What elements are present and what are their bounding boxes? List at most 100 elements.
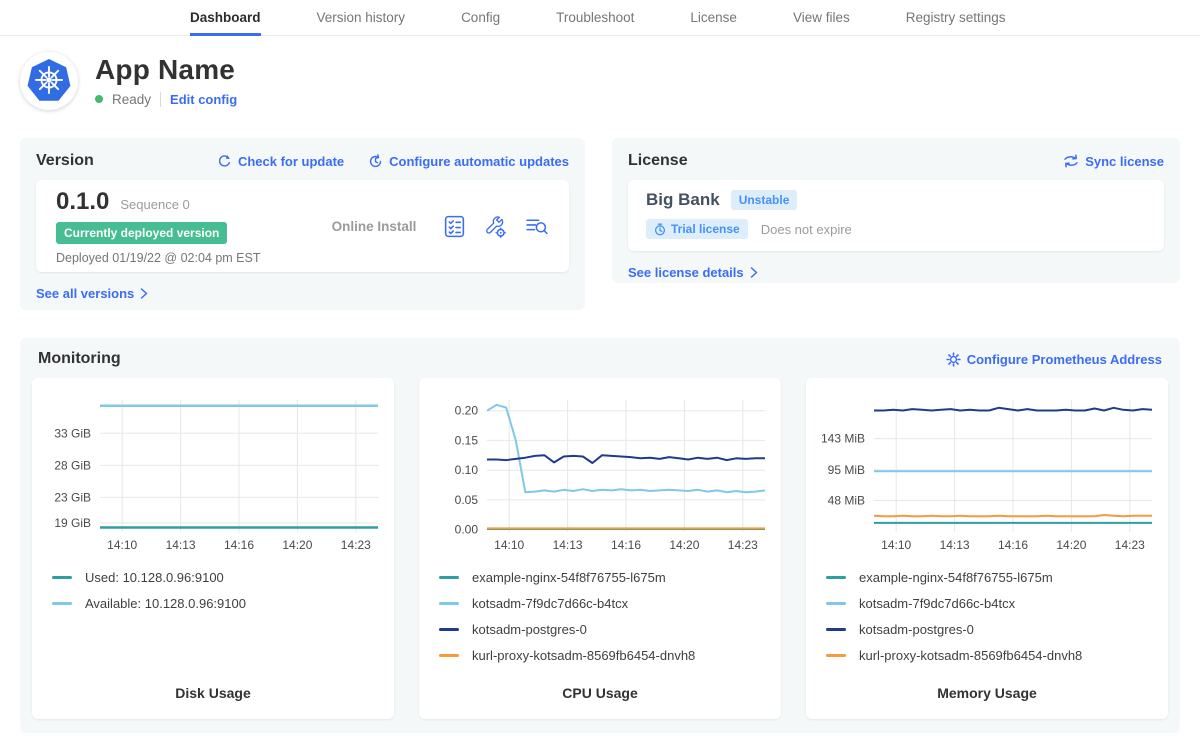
- legend-dash-icon: [826, 628, 846, 631]
- tab-view-files[interactable]: View files: [793, 0, 850, 36]
- svg-text:95 MiB: 95 MiB: [828, 463, 865, 477]
- svg-text:143 MiB: 143 MiB: [821, 432, 865, 446]
- app-header: App Name Ready Edit config: [20, 52, 1180, 110]
- legend-item: Used: 10.128.0.96:9100: [52, 570, 394, 585]
- svg-text:0.20: 0.20: [455, 404, 479, 418]
- svg-text:48 MiB: 48 MiB: [828, 494, 865, 508]
- legend-label: example-nginx-54f8f76755-l675m: [472, 570, 666, 585]
- tab-registry-settings[interactable]: Registry settings: [906, 0, 1006, 36]
- license-type-badge: Trial license: [646, 219, 748, 239]
- svg-text:14:13: 14:13: [553, 538, 583, 552]
- legend-label: kotsadm-postgres-0: [472, 622, 587, 637]
- svg-text:19 GiB: 19 GiB: [54, 516, 91, 530]
- configure-automatic-updates-button[interactable]: Configure automatic updates: [368, 154, 569, 169]
- legend-label: kotsadm-7f9dc7d66c-b4tcx: [472, 596, 628, 611]
- disk-usage-chart-title: Disk Usage: [32, 685, 394, 719]
- preflight-checks-icon[interactable]: [442, 214, 467, 239]
- disk-usage-chart-card: 33 GiB28 GiB23 GiB19 GiB14:1014:1314:161…: [32, 378, 394, 719]
- legend-label: kurl-proxy-kotsadm-8569fb6454-dnvh8: [472, 648, 695, 663]
- current-version-panel: 0.1.0 Sequence 0 Currently deployed vers…: [36, 180, 569, 272]
- deployed-timestamp: Deployed 01/19/22 @ 02:04 pm EST: [56, 251, 306, 265]
- svg-text:0.15: 0.15: [455, 433, 479, 447]
- legend-label: kotsadm-postgres-0: [859, 622, 974, 637]
- configure-prometheus-button[interactable]: Configure Prometheus Address: [946, 352, 1162, 367]
- legend-item: kotsadm-7f9dc7d66c-b4tcx: [826, 596, 1168, 611]
- refresh-icon: [217, 154, 232, 169]
- app-logo: [20, 52, 78, 110]
- cards-row: Version Check for update: [20, 138, 1180, 310]
- license-card-title: License: [628, 152, 688, 170]
- tab-troubleshoot[interactable]: Troubleshoot: [556, 0, 634, 36]
- app-status-row: Ready Edit config: [95, 92, 237, 107]
- svg-text:28 GiB: 28 GiB: [54, 458, 91, 472]
- legend-item: kurl-proxy-kotsadm-8569fb6454-dnvh8: [439, 648, 781, 663]
- svg-text:14:20: 14:20: [282, 538, 312, 552]
- legend-label: Used: 10.128.0.96:9100: [85, 570, 224, 585]
- cpu-usage-chart-title: CPU Usage: [419, 685, 781, 719]
- disk-usage-chart-canvas: 33 GiB28 GiB23 GiB19 GiB14:1014:1314:161…: [34, 388, 388, 558]
- disk-usage-legend: Used: 10.128.0.96:9100 Available: 10.128.…: [52, 570, 394, 611]
- customer-name: Big Bank: [646, 190, 720, 210]
- chevron-right-icon: [140, 288, 148, 299]
- version-card-title: Version: [36, 152, 94, 170]
- svg-text:14:16: 14:16: [224, 538, 254, 552]
- legend-label: kotsadm-7f9dc7d66c-b4tcx: [859, 596, 1015, 611]
- page-content: App Name Ready Edit config Version: [0, 52, 1200, 733]
- legend-label: example-nginx-54f8f76755-l675m: [859, 570, 1053, 585]
- svg-text:14:16: 14:16: [998, 538, 1028, 552]
- memory-usage-chart-canvas: 143 MiB95 MiB48 MiB14:1014:1314:1614:201…: [808, 388, 1162, 558]
- license-panel: Big Bank Unstable Trial license Does not…: [628, 180, 1164, 251]
- svg-text:0.10: 0.10: [455, 463, 479, 477]
- monitoring-title: Monitoring: [38, 350, 121, 368]
- deploy-logs-diff-icon[interactable]: [524, 214, 549, 239]
- legend-label: kurl-proxy-kotsadm-8569fb6454-dnvh8: [859, 648, 1082, 663]
- svg-text:23 GiB: 23 GiB: [54, 490, 91, 504]
- svg-text:14:23: 14:23: [728, 538, 758, 552]
- svg-text:14:23: 14:23: [341, 538, 371, 552]
- svg-text:14:10: 14:10: [494, 538, 524, 552]
- legend-dash-icon: [439, 602, 459, 605]
- app-status: Ready: [112, 92, 151, 107]
- legend-label: Available: 10.128.0.96:9100: [85, 596, 246, 611]
- clock-refresh-icon: [368, 154, 383, 169]
- tab-license[interactable]: License: [690, 0, 737, 36]
- see-all-versions-link[interactable]: See all versions: [36, 286, 148, 301]
- kubernetes-logo-icon: [26, 58, 72, 104]
- channel-badge: Unstable: [731, 190, 798, 210]
- divider: [160, 92, 161, 107]
- license-card: License Sync license Big Bank Unstable: [612, 138, 1180, 283]
- version-card: Version Check for update: [20, 138, 585, 310]
- legend-item: example-nginx-54f8f76755-l675m: [439, 570, 781, 585]
- svg-text:14:20: 14:20: [669, 538, 699, 552]
- svg-text:14:10: 14:10: [107, 538, 137, 552]
- legend-item: kotsadm-postgres-0: [826, 622, 1168, 637]
- legend-item: kotsadm-postgres-0: [439, 622, 781, 637]
- tab-version-history[interactable]: Version history: [317, 0, 406, 36]
- monitoring-card: Monitoring Configure Prometheus Address …: [20, 338, 1180, 733]
- legend-dash-icon: [826, 576, 846, 579]
- chevron-right-icon: [750, 267, 758, 278]
- legend-dash-icon: [826, 602, 846, 605]
- tab-config[interactable]: Config: [461, 0, 500, 36]
- cpu-usage-legend: example-nginx-54f8f76755-l675m kotsadm-7f…: [439, 570, 781, 663]
- legend-dash-icon: [439, 654, 459, 657]
- memory-usage-legend: example-nginx-54f8f76755-l675m kotsadm-7f…: [826, 570, 1168, 663]
- config-wrench-icon[interactable]: [483, 214, 508, 239]
- sync-license-button[interactable]: Sync license: [1063, 154, 1164, 169]
- install-type-label: Online Install: [306, 219, 442, 234]
- svg-text:14:10: 14:10: [881, 538, 911, 552]
- gear-icon: [946, 352, 961, 367]
- app-header-text: App Name Ready Edit config: [95, 55, 237, 106]
- see-license-details-link[interactable]: See license details: [628, 265, 758, 280]
- legend-item: kotsadm-7f9dc7d66c-b4tcx: [439, 596, 781, 611]
- svg-text:0.05: 0.05: [455, 493, 479, 507]
- svg-text:14:16: 14:16: [611, 538, 641, 552]
- edit-config-link[interactable]: Edit config: [170, 92, 237, 107]
- check-for-update-button[interactable]: Check for update: [217, 154, 344, 169]
- version-number: 0.1.0: [56, 188, 109, 216]
- svg-text:14:13: 14:13: [940, 538, 970, 552]
- charts-row: 33 GiB28 GiB23 GiB19 GiB14:1014:1314:161…: [32, 378, 1168, 719]
- license-expiry: Does not expire: [761, 222, 852, 237]
- tab-dashboard[interactable]: Dashboard: [190, 0, 261, 36]
- memory-usage-chart-title: Memory Usage: [806, 685, 1168, 719]
